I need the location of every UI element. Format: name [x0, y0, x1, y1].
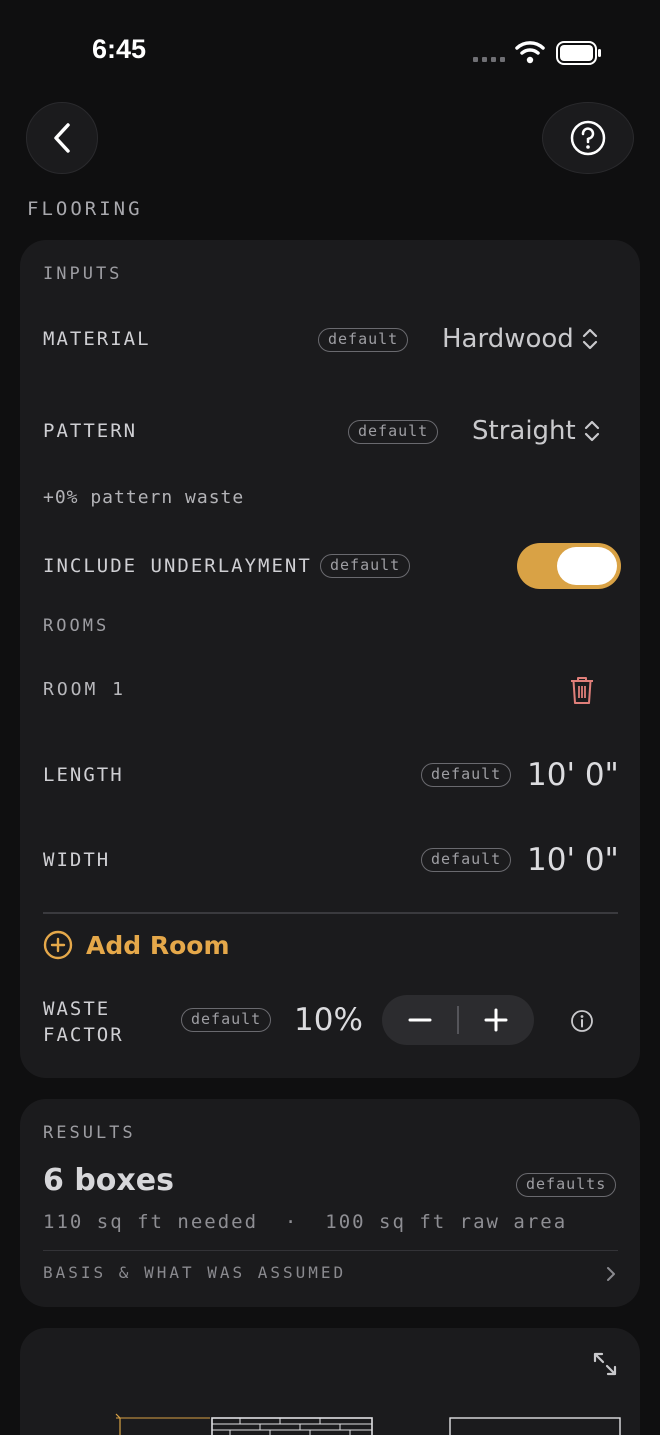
section-title: FLOORING: [27, 198, 143, 220]
battery-icon: [556, 41, 601, 65]
help-circle-icon: [570, 120, 606, 156]
pattern-waste-note: +0% pattern waste: [43, 487, 245, 508]
info-icon[interactable]: [570, 1009, 594, 1033]
basis-link-label[interactable]: BASIS & WHAT WAS ASSUMED: [43, 1263, 346, 1282]
waste-stepper: [382, 995, 534, 1045]
updown-chevron-icon: [582, 328, 597, 350]
wifi-icon: [515, 41, 545, 64]
waste-factor-label: WASTE FACTOR: [43, 996, 124, 1048]
results-divider: [43, 1250, 618, 1251]
trash-icon[interactable]: [569, 675, 595, 705]
results-summary: 110 sq ft needed · 100 sq ft raw area: [43, 1211, 567, 1233]
plus-icon: [484, 1008, 508, 1032]
boxes-count: 6 boxes: [43, 1163, 174, 1198]
status-time: 6:45: [92, 34, 147, 64]
rooms-divider: [43, 912, 618, 914]
waste-label-line2: FACTOR: [43, 1024, 124, 1046]
results-heading: RESULTS: [43, 1123, 136, 1143]
inputs-heading: INPUTS: [43, 264, 123, 284]
cellular-signal-icon: [473, 57, 507, 63]
diagram-card: [20, 1328, 640, 1435]
chevron-right-icon[interactable]: [605, 1265, 617, 1283]
toggle-knob: [557, 547, 617, 585]
add-room-button[interactable]: Add Room: [43, 930, 230, 960]
summary-separator: ·: [284, 1211, 299, 1233]
pattern-select[interactable]: Straight: [472, 416, 600, 446]
underlayment-label: INCLUDE UNDERLAYMENT: [43, 555, 312, 577]
add-room-label: Add Room: [86, 930, 230, 960]
pattern-label: PATTERN: [43, 420, 138, 442]
expand-icon[interactable]: [592, 1351, 618, 1377]
waste-value: 10%: [294, 1002, 363, 1038]
back-chevron-icon: [54, 123, 70, 153]
material-default-badge: default: [318, 328, 409, 352]
results-defaults-badge: defaults: [516, 1173, 617, 1197]
plus-circle-icon: [43, 930, 73, 960]
raw-area: 100 sq ft raw area: [325, 1211, 568, 1233]
material-value: Hardwood: [442, 324, 574, 354]
pattern-value: Straight: [472, 416, 576, 446]
updown-chevron-icon: [584, 420, 599, 442]
underlayment-toggle[interactable]: [517, 543, 621, 589]
material-label: MATERIAL: [43, 328, 151, 350]
room-name: ROOM 1: [43, 679, 127, 700]
inputs-card: INPUTS MATERIAL default Hardwood PATTERN…: [20, 240, 640, 1078]
results-card: RESULTS 6 boxes defaults 110 sq ft neede…: [20, 1099, 640, 1307]
rooms-heading: ROOMS: [43, 616, 110, 636]
width-label: WIDTH: [43, 849, 111, 871]
floor-plan-diagram: [115, 1413, 621, 1435]
needed-area: 110 sq ft needed: [43, 1211, 259, 1233]
minus-icon: [408, 1018, 432, 1022]
help-button[interactable]: [542, 102, 634, 174]
length-label: LENGTH: [43, 764, 124, 786]
back-button[interactable]: [26, 102, 98, 174]
waste-increment-button[interactable]: [458, 995, 534, 1045]
waste-label-line1: WASTE: [43, 998, 111, 1020]
width-value[interactable]: 10' 0": [527, 842, 619, 878]
length-default-badge: default: [421, 763, 512, 787]
material-select[interactable]: Hardwood: [442, 324, 598, 354]
waste-decrement-button[interactable]: [382, 995, 458, 1045]
length-value[interactable]: 10' 0": [527, 757, 619, 793]
waste-default-badge: default: [181, 1008, 272, 1032]
underlayment-default-badge: default: [320, 554, 411, 578]
width-default-badge: default: [421, 848, 512, 872]
pattern-default-badge: default: [348, 420, 439, 444]
